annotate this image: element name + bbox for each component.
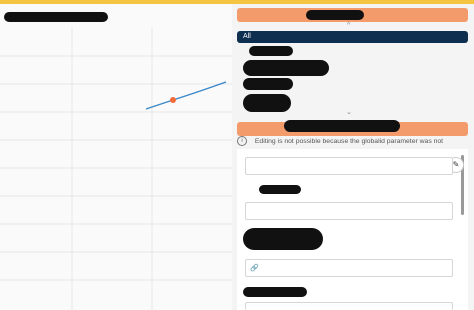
redacted-field-label [243, 287, 307, 297]
form-field-1[interactable] [245, 157, 453, 175]
redacted-chart-title [4, 12, 108, 22]
chart-grid [0, 28, 232, 310]
redacted-details-label [284, 120, 400, 132]
redacted-field-label [259, 185, 301, 194]
expand-down-icon[interactable]: ⌄ [346, 108, 352, 116]
link-icon: 🔗 [250, 265, 259, 272]
chart-canvas [0, 28, 232, 310]
form-field-2[interactable] [245, 202, 453, 220]
redacted-header-label [306, 10, 364, 20]
editing-disabled-notice: i Editing is not possible because the gl… [237, 136, 468, 157]
chart-series-line [145, 81, 227, 110]
redacted-field-label [243, 228, 323, 250]
info-icon: i [237, 136, 247, 147]
redacted-list-item[interactable] [249, 46, 293, 56]
form-field-3[interactable]: 🔗 [245, 259, 453, 277]
chart-point-marker[interactable] [170, 97, 176, 103]
redacted-list-item[interactable] [243, 94, 291, 112]
chart-area [0, 4, 232, 310]
side-panel: ^ All ⌄ i Editing is not possible becaus… [232, 4, 474, 310]
filter-list[interactable] [237, 44, 468, 114]
filter-all-option[interactable]: All [237, 31, 468, 43]
form-field-4[interactable] [245, 302, 453, 310]
collapse-up-icon[interactable]: ^ [347, 22, 350, 29]
line-chart[interactable] [0, 28, 232, 310]
redacted-list-item[interactable] [243, 60, 329, 76]
redacted-list-item[interactable] [243, 78, 293, 90]
details-form: ✎ 🔗 [237, 149, 468, 310]
